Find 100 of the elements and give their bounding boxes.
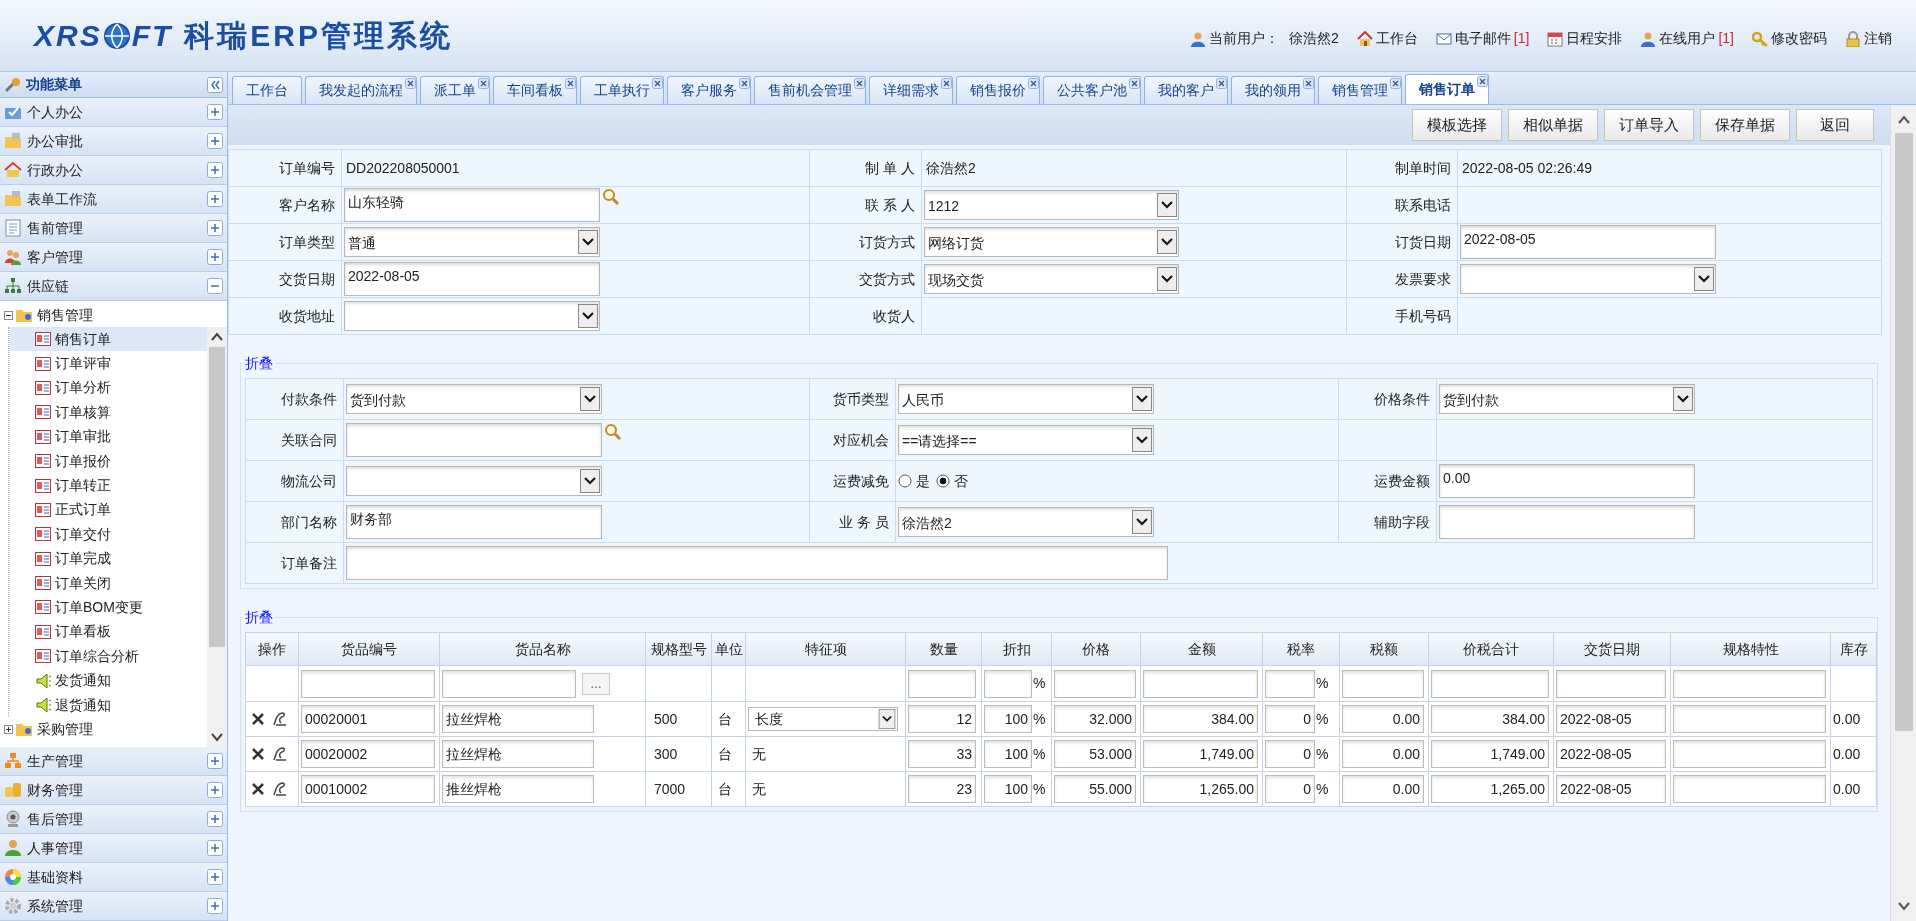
tab[interactable]: 工单执行 bbox=[580, 76, 664, 104]
input-field[interactable]: 2022-08-05 bbox=[1556, 775, 1666, 803]
tab[interactable]: 我的领用 bbox=[1231, 76, 1315, 104]
input-field[interactable]: 23 bbox=[908, 775, 976, 803]
select-field[interactable]: 1212 bbox=[924, 190, 1179, 220]
input-field[interactable] bbox=[1342, 669, 1424, 698]
input-field[interactable]: 2022-08-05 bbox=[1460, 225, 1716, 259]
toolbar-button[interactable]: 保存单据 bbox=[1700, 109, 1790, 141]
input-field[interactable] bbox=[1431, 669, 1549, 698]
input-field[interactable]: 推丝焊枪 bbox=[442, 775, 594, 803]
select-field[interactable] bbox=[344, 301, 600, 331]
collapse-icon[interactable] bbox=[4, 310, 13, 320]
close-icon[interactable] bbox=[565, 78, 576, 89]
input-field[interactable] bbox=[1673, 705, 1826, 733]
select-field[interactable] bbox=[346, 466, 602, 496]
radio-button[interactable] bbox=[898, 474, 912, 488]
menu-group[interactable]: 个人办公 bbox=[0, 98, 227, 127]
input-field[interactable]: 100 bbox=[984, 705, 1032, 733]
tab[interactable]: 派工单 bbox=[420, 76, 490, 104]
menu-group[interactable]: 办公审批 bbox=[0, 127, 227, 156]
input-field[interactable]: 00020002 bbox=[301, 740, 435, 768]
edit-icon[interactable] bbox=[271, 781, 287, 797]
menu-group[interactable]: 表单工作流 bbox=[0, 185, 227, 214]
tab[interactable]: 销售订单 bbox=[1405, 74, 1489, 104]
tab[interactable]: 详细需求 bbox=[869, 76, 953, 104]
select-field[interactable]: 货到付款 bbox=[1439, 384, 1695, 414]
input-field[interactable]: 32.000 bbox=[1054, 705, 1136, 733]
close-icon[interactable] bbox=[1216, 78, 1227, 89]
menu-group[interactable]: 客户管理 bbox=[0, 243, 227, 272]
input-field[interactable]: 12 bbox=[908, 705, 976, 733]
input-field[interactable]: 0 bbox=[1265, 775, 1315, 803]
tab[interactable]: 客户服务 bbox=[667, 76, 751, 104]
input-field[interactable]: 0.00 bbox=[1342, 705, 1424, 733]
input-field[interactable]: 00020001 bbox=[301, 705, 435, 733]
input-field[interactable] bbox=[442, 669, 576, 698]
menu-group[interactable]: 售前管理 bbox=[0, 214, 227, 243]
input-field[interactable]: 1,749.00 bbox=[1431, 740, 1549, 768]
radio-button[interactable] bbox=[936, 474, 950, 488]
input-field[interactable]: 33 bbox=[908, 740, 976, 768]
header-link[interactable]: 当前用户： bbox=[1190, 28, 1280, 49]
close-icon[interactable] bbox=[1028, 78, 1039, 89]
tree-item[interactable]: 销售订单 bbox=[9, 327, 207, 352]
select-field[interactable]: 普通 bbox=[344, 227, 600, 257]
input-field[interactable]: 55.000 bbox=[1054, 775, 1136, 803]
input-field[interactable]: 0.00 bbox=[1342, 775, 1424, 803]
input-field[interactable] bbox=[1673, 740, 1826, 768]
header-link[interactable]: 日程安排 bbox=[1547, 28, 1623, 49]
select-field[interactable]: 货到付款 bbox=[346, 384, 602, 414]
search-icon[interactable] bbox=[602, 188, 620, 206]
input-field[interactable] bbox=[984, 669, 1032, 698]
select-field[interactable] bbox=[1460, 264, 1716, 294]
collapse-sidebar-icon[interactable] bbox=[207, 76, 223, 93]
toolbar-button[interactable]: 订单导入 bbox=[1604, 109, 1694, 141]
tab[interactable]: 销售管理 bbox=[1318, 76, 1402, 104]
close-icon[interactable] bbox=[1390, 78, 1401, 89]
toolbar-button[interactable]: 模板选择 bbox=[1412, 109, 1502, 141]
input-field[interactable]: 1,265.00 bbox=[1143, 775, 1258, 803]
select-field[interactable]: 现场交货 bbox=[924, 264, 1179, 294]
input-field[interactable]: 拉丝焊枪 bbox=[442, 740, 594, 768]
delete-icon[interactable] bbox=[251, 782, 265, 796]
select-field[interactable]: 徐浩然2 bbox=[898, 507, 1154, 537]
input-field[interactable] bbox=[908, 669, 976, 698]
input-field[interactable]: 山东轻骑 bbox=[344, 188, 600, 222]
tab[interactable]: 我发起的流程 bbox=[305, 76, 417, 104]
close-icon[interactable] bbox=[941, 78, 952, 89]
close-icon[interactable] bbox=[739, 78, 750, 89]
input-field[interactable]: 拉丝焊枪 bbox=[442, 705, 594, 733]
menu-group[interactable]: 供应链 bbox=[0, 272, 227, 301]
menu-group[interactable]: 财务管理 bbox=[0, 776, 227, 805]
tab[interactable]: 公共客户池 bbox=[1043, 76, 1141, 104]
input-field[interactable]: 0 bbox=[1265, 705, 1315, 733]
header-link[interactable]: 电子邮件 bbox=[1435, 28, 1511, 49]
menu-group[interactable]: 行政办公 bbox=[0, 156, 227, 185]
input-field[interactable] bbox=[1143, 669, 1258, 698]
input-field[interactable] bbox=[346, 546, 1168, 580]
browse-button[interactable]: … bbox=[582, 672, 610, 695]
menu-group[interactable]: 售后管理 bbox=[0, 805, 227, 834]
header-link[interactable]: 工作台 bbox=[1356, 28, 1418, 49]
input-field[interactable] bbox=[1673, 669, 1826, 698]
tree-item[interactable]: 采购管理 bbox=[37, 718, 93, 740]
header-link[interactable]: 修改密码 bbox=[1752, 28, 1827, 49]
select-field[interactable]: ==请选择== bbox=[898, 425, 1154, 455]
input-field[interactable] bbox=[346, 423, 602, 457]
vertical-scrollbar[interactable] bbox=[1890, 105, 1916, 921]
close-icon[interactable] bbox=[478, 78, 489, 89]
header-link[interactable]: 在线用户 bbox=[1640, 28, 1716, 49]
input-field[interactable] bbox=[1054, 669, 1136, 698]
search-icon[interactable] bbox=[604, 423, 622, 441]
close-icon[interactable] bbox=[854, 78, 865, 89]
edit-icon[interactable] bbox=[271, 746, 287, 762]
toolbar-button[interactable]: 相似单据 bbox=[1508, 109, 1598, 141]
input-field[interactable]: 384.00 bbox=[1431, 705, 1549, 733]
tree-scrollbar[interactable] bbox=[207, 327, 227, 747]
input-field[interactable]: 384.00 bbox=[1143, 705, 1258, 733]
close-icon[interactable] bbox=[1303, 78, 1314, 89]
input-field[interactable]: 100 bbox=[984, 740, 1032, 768]
toolbar-button[interactable]: 返回 bbox=[1796, 109, 1874, 141]
close-icon[interactable] bbox=[405, 78, 416, 89]
menu-group[interactable]: 人事管理 bbox=[0, 834, 227, 863]
input-field[interactable]: 1,265.00 bbox=[1431, 775, 1549, 803]
